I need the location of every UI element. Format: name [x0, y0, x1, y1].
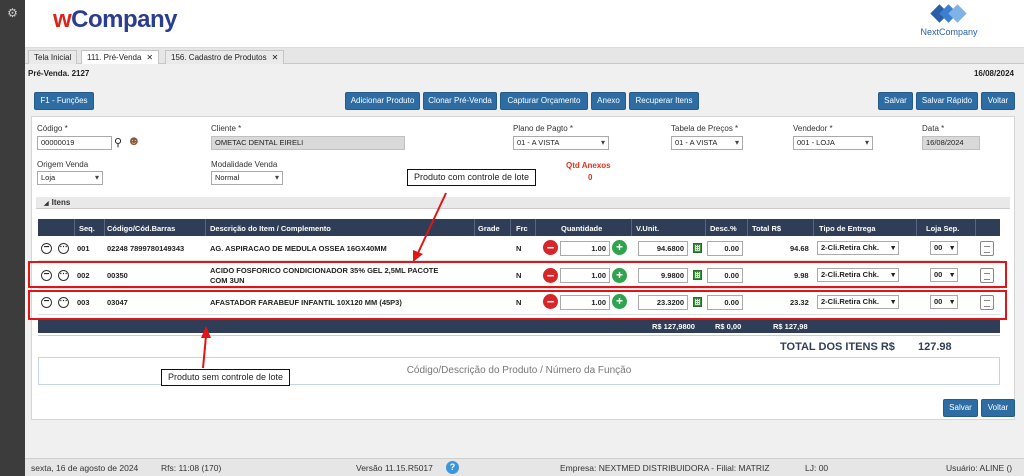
status-bar: sexta, 16 de agosto de 2024 Rfs: 11:08 (… [25, 458, 1024, 476]
status-usuario: Usuário: ALINE () [946, 463, 1013, 473]
status-date: sexta, 16 de agosto de 2024 [31, 463, 139, 473]
status-rfs: Rfs: 11:08 (170) [161, 463, 222, 473]
status-empresa: Empresa: NEXTMED DISTRIBUIDORA - Filial:… [560, 463, 770, 473]
callout-com-lote: Produto com controle de lote [407, 169, 537, 186]
callout-sem-lote: Produto sem controle de lote [161, 369, 291, 386]
help-icon[interactable]: ? [446, 461, 459, 474]
status-version: Versão 11.15.R5017 [356, 463, 433, 473]
annotation-arrows [201, 192, 447, 369]
status-lj: LJ: 00 [805, 463, 829, 473]
